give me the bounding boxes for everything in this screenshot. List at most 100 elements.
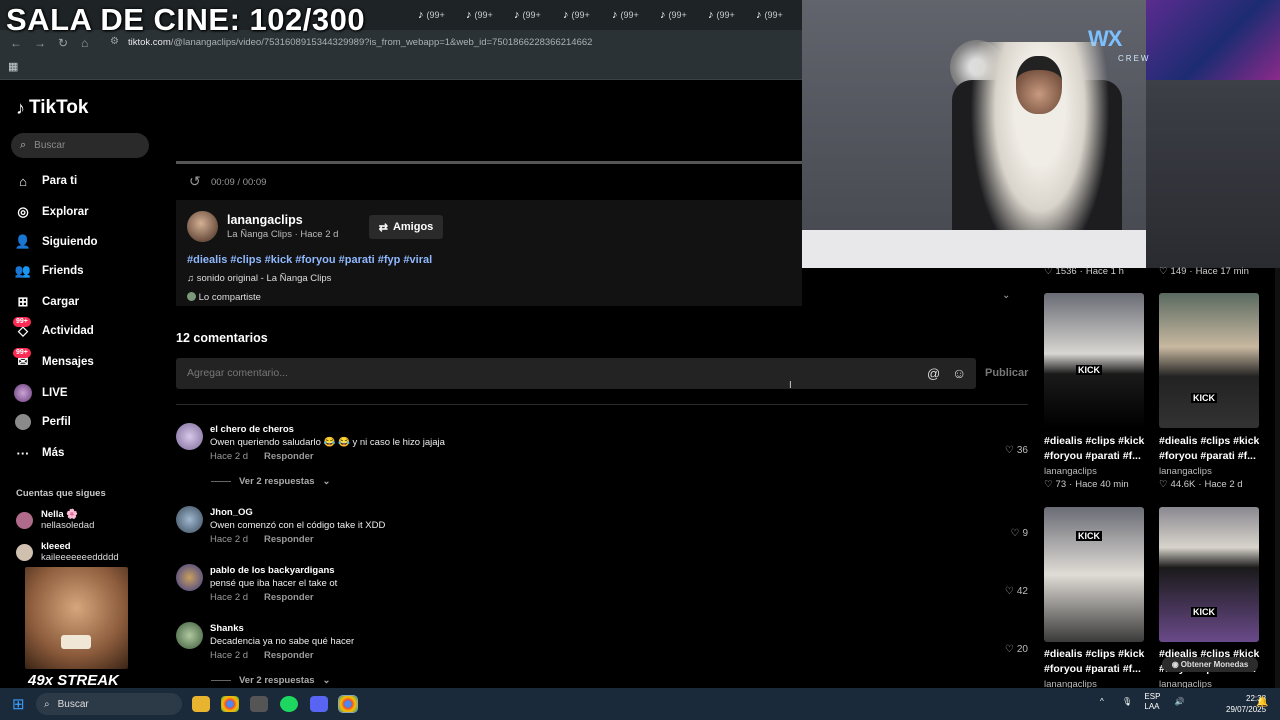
reply-button[interactable]: Responder bbox=[264, 451, 314, 462]
comment-username[interactable]: Shanks bbox=[210, 623, 244, 634]
back-icon[interactable]: ← bbox=[10, 36, 22, 50]
video-caption[interactable]: #diealis #clips #kick#foryou #parati #f.… bbox=[1044, 434, 1154, 464]
notification-bell-icon[interactable]: 🔔 bbox=[1256, 697, 1268, 708]
text-cursor-icon: I bbox=[789, 380, 792, 391]
video-thumbnail[interactable]: KICK bbox=[1159, 293, 1259, 428]
forward-icon[interactable]: → bbox=[34, 36, 46, 50]
video-caption[interactable]: #diealis #clips #kick#foryou #parati #f.… bbox=[1159, 434, 1269, 464]
reply-button[interactable]: Responder bbox=[264, 592, 314, 603]
video-user[interactable]: lanangaclips bbox=[1159, 466, 1212, 477]
browser-tab[interactable]: ♪ (99+ bbox=[612, 6, 639, 24]
home-browser-icon[interactable]: ⌂ bbox=[81, 36, 88, 50]
comment-like[interactable]: ♡ 36 bbox=[1005, 445, 1028, 456]
sidebar-item-cargar[interactable]: ⊞ Cargar bbox=[14, 292, 80, 312]
webcam-overlay: WX CREW bbox=[802, 0, 1280, 268]
taskbar-search[interactable]: ⌕ Buscar bbox=[36, 693, 182, 715]
tiktok-logo[interactable]: ♪ TikTok bbox=[16, 97, 88, 119]
following-account[interactable]: kleeed kaileeeeeeeddddd bbox=[16, 541, 119, 563]
sidebar-item-live[interactable]: LIVE bbox=[14, 383, 68, 403]
comment-input[interactable]: Agregar comentario... bbox=[176, 358, 976, 389]
video-hashtags[interactable]: #diealis #clips #kick #foryou #parati #f… bbox=[187, 254, 432, 266]
comment-username[interactable]: pablo de los backyardigans bbox=[210, 565, 335, 576]
video-thumbnail[interactable]: KICK bbox=[1044, 293, 1144, 428]
comment-like[interactable]: ♡ 20 bbox=[1005, 644, 1028, 655]
comment-text: Decadencia ya no sabe qué hacer bbox=[210, 636, 355, 647]
avatar bbox=[16, 543, 33, 561]
chevron-down-icon[interactable]: ⌄ bbox=[1002, 290, 1010, 301]
sidebar-item-perfil[interactable]: Perfil bbox=[14, 412, 71, 432]
search-input[interactable]: ⌕ Buscar bbox=[11, 133, 149, 158]
speaker-icon[interactable]: 🔊 bbox=[1175, 697, 1185, 706]
file-explorer-icon[interactable] bbox=[192, 696, 210, 712]
view-replies-button[interactable]: Ver 2 respuestas ⌄ bbox=[211, 675, 331, 686]
reload-icon[interactable]: ↻ bbox=[58, 36, 68, 50]
chrome-active-icon[interactable] bbox=[338, 695, 358, 713]
obs-icon[interactable] bbox=[250, 696, 268, 712]
video-user[interactable]: lanangaclips bbox=[1044, 466, 1097, 477]
url-field[interactable]: tiktok.com/@lanangaclips/video/753160891… bbox=[128, 37, 592, 48]
sidebar-item-explorar[interactable]: ◎ Explorar bbox=[14, 202, 88, 222]
comment-text: Owen queriendo saludarlo 😂 😂 y ni caso l… bbox=[210, 437, 445, 448]
reply-button[interactable]: Responder bbox=[264, 650, 314, 661]
language-indicator[interactable]: ESP LAA bbox=[1144, 692, 1160, 712]
replay-icon[interactable]: ↺ bbox=[189, 173, 201, 190]
sidebar-item-mensajes[interactable]: ✉ 99+ Mensajes bbox=[13, 348, 94, 372]
browser-tab[interactable]: ♪ (99+ bbox=[418, 6, 445, 24]
spotify-icon[interactable] bbox=[280, 696, 298, 712]
sidebar-item-mas[interactable]: ··· Más bbox=[14, 443, 65, 463]
scrollbar[interactable] bbox=[1275, 268, 1280, 688]
avatar[interactable] bbox=[176, 506, 203, 533]
heart-icon: ♡ bbox=[1004, 644, 1014, 655]
sidebar-item-friends[interactable]: 👥 Friends bbox=[14, 261, 84, 281]
comment-like[interactable]: ♡ 42 bbox=[1005, 586, 1028, 597]
home-icon: ⌂ bbox=[19, 173, 27, 189]
comments-count: 12 comentarios bbox=[176, 331, 268, 345]
publish-button[interactable]: Publicar bbox=[985, 367, 1028, 379]
browser-tab[interactable]: ♪ (99+ bbox=[708, 6, 735, 24]
search-icon: ⌕ bbox=[44, 698, 50, 710]
video-progress-bar[interactable] bbox=[176, 161, 802, 164]
emoji-icon[interactable]: ☺ bbox=[952, 365, 966, 381]
browser-tab[interactable]: ♪ (99+ bbox=[563, 6, 590, 24]
author-name[interactable]: lanangaclips bbox=[227, 213, 303, 227]
author-avatar[interactable] bbox=[187, 211, 218, 242]
heart-icon: ♡ bbox=[1044, 266, 1053, 277]
following-account[interactable]: Nella 🌸 nellasoledad bbox=[16, 509, 94, 531]
messages-icon: ✉ 99+ bbox=[13, 348, 32, 371]
video-sound[interactable]: ♫ sonido original - La Ñanga Clips bbox=[187, 273, 331, 284]
windows-start-icon[interactable]: ⊞ bbox=[12, 695, 25, 713]
microphone-icon[interactable]: 🎙 bbox=[1122, 697, 1132, 706]
view-replies-button[interactable]: Ver 2 respuestas ⌄ bbox=[211, 476, 331, 487]
reply-button[interactable]: Responder bbox=[264, 534, 314, 545]
apps-grid-icon[interactable]: ▦ bbox=[8, 60, 18, 73]
coin-icon: ◉ bbox=[1171, 660, 1179, 669]
sidebar-item-siguiendo[interactable]: 👤 Siguiendo bbox=[14, 232, 98, 252]
sidebar-item-para-ti[interactable]: ⌂ Para ti bbox=[14, 171, 77, 191]
video-thumbnail[interactable]: KICK bbox=[1044, 507, 1144, 642]
video-thumbnail[interactable]: KICK bbox=[1159, 507, 1259, 642]
video-caption[interactable]: #diealis #clips #kick#foryou #parati #f.… bbox=[1044, 647, 1154, 677]
mention-icon[interactable]: @ bbox=[927, 366, 940, 381]
browser-tab[interactable]: ♪ (99+ bbox=[466, 6, 493, 24]
chevron-up-icon[interactable]: ^ bbox=[1100, 697, 1104, 706]
avatar[interactable] bbox=[176, 564, 203, 591]
avatar[interactable] bbox=[176, 423, 203, 450]
tiktok-icon: ♪ bbox=[612, 9, 618, 21]
comment-like[interactable]: ♡ 9 bbox=[1010, 528, 1028, 539]
chrome-icon[interactable] bbox=[221, 696, 239, 712]
discord-icon[interactable] bbox=[310, 696, 328, 712]
tiktok-icon: ♪ bbox=[756, 9, 762, 21]
get-coins-button[interactable]: ◉ Obtener Monedas bbox=[1162, 657, 1258, 672]
comment-username[interactable]: Jhon_OG bbox=[210, 507, 253, 518]
browser-tab[interactable]: ♪ (99+ bbox=[514, 6, 541, 24]
system-tray: ^ 🎙 ESP LAA 🔊 bbox=[1100, 692, 1185, 712]
activity-badge: 99+ bbox=[13, 317, 31, 327]
friends-button[interactable]: ⇄ Amigos bbox=[369, 215, 443, 239]
browser-tab[interactable]: ♪ (99+ bbox=[756, 6, 783, 24]
comment-date: Hace 2 d bbox=[210, 650, 249, 661]
browser-tab[interactable]: ♪ (99+ bbox=[660, 6, 687, 24]
comment-username[interactable]: el chero de cheros bbox=[210, 424, 294, 435]
sidebar-item-actividad[interactable]: ◇ 99+ Actividad bbox=[13, 317, 94, 341]
avatar[interactable] bbox=[176, 622, 203, 649]
video-stats: ♡ 149 · Hace 17 min bbox=[1159, 266, 1249, 277]
